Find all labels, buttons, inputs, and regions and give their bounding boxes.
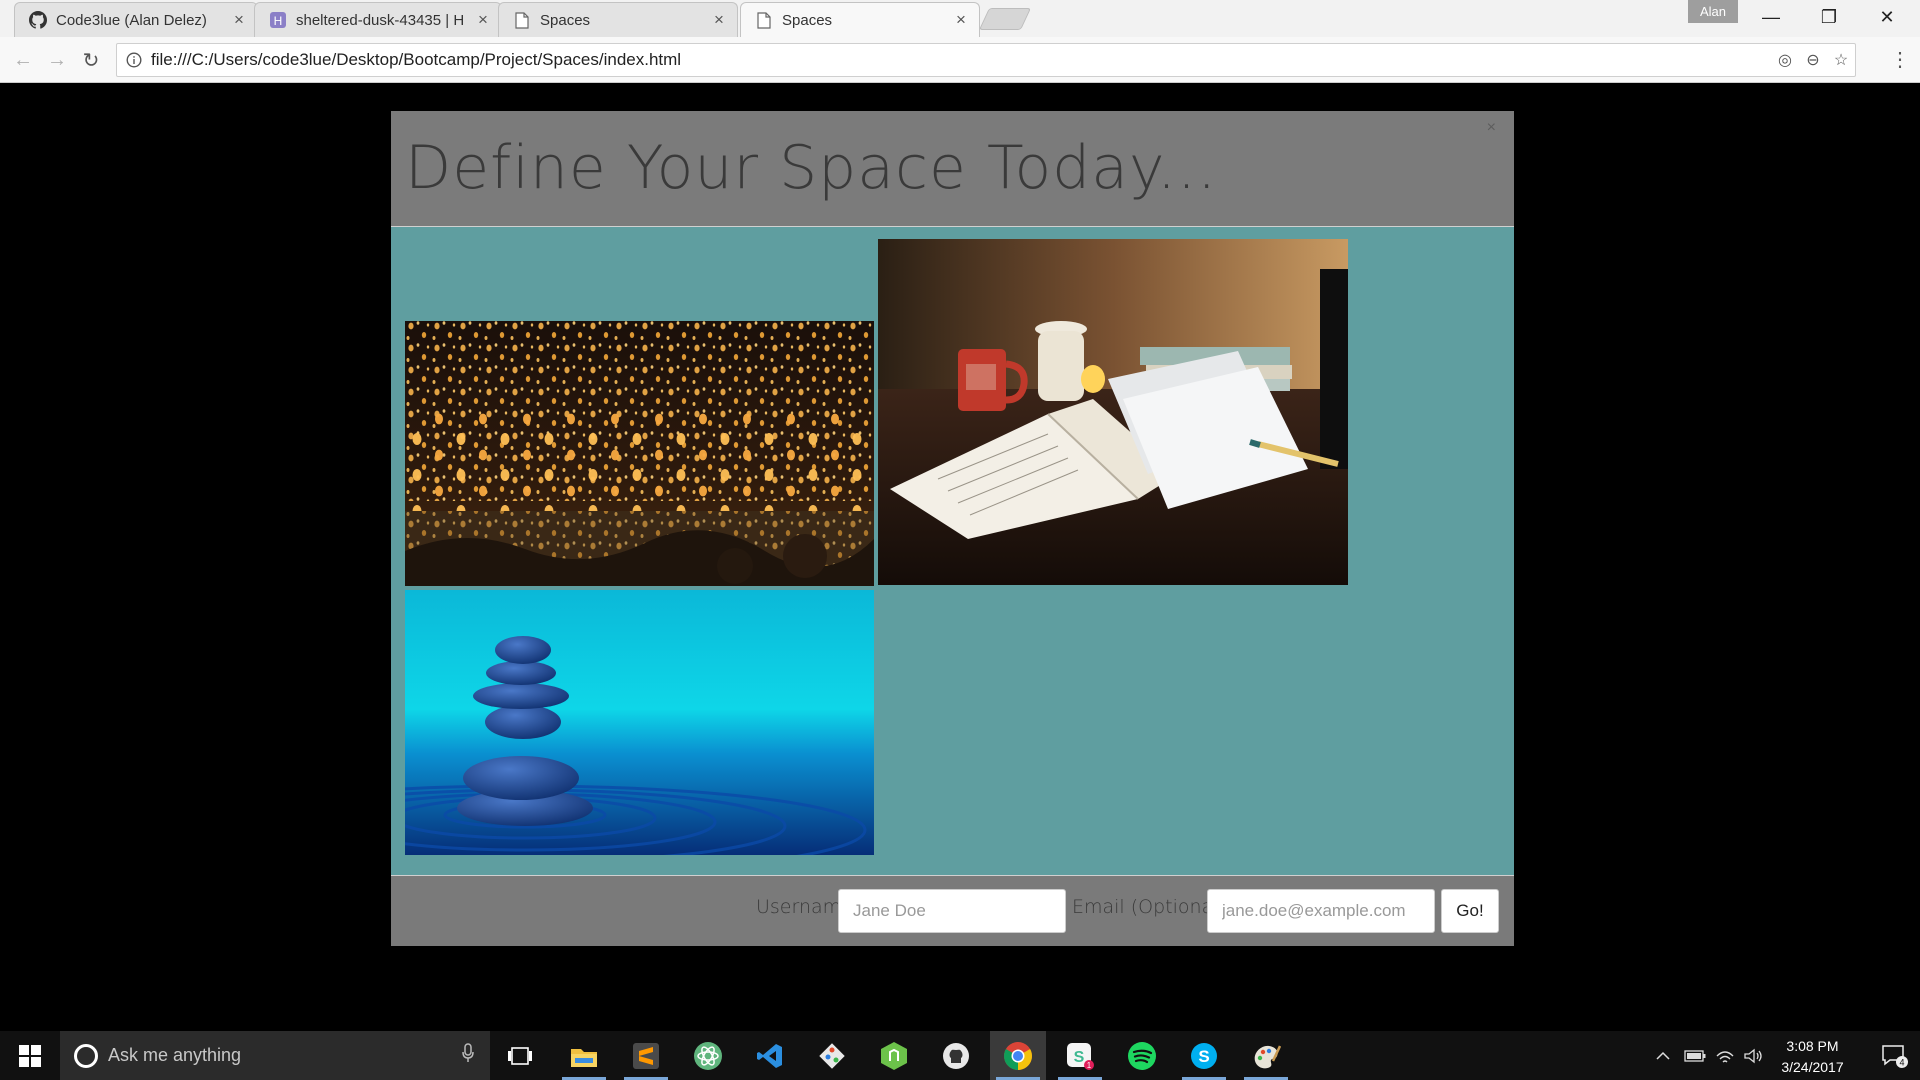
- url-text[interactable]: file:///C:/Users/code3lue/Desktop/Bootca…: [151, 50, 1771, 70]
- sublime-text-icon[interactable]: [618, 1031, 674, 1080]
- desk-notebook-image[interactable]: [878, 239, 1348, 585]
- address-bar[interactable]: file:///C:/Users/code3lue/Desktop/Bootca…: [116, 43, 1856, 77]
- svg-text:1: 1: [1087, 1061, 1092, 1070]
- minimize-button[interactable]: —: [1742, 0, 1800, 34]
- git-icon[interactable]: [804, 1031, 860, 1080]
- spotify-icon[interactable]: [1114, 1031, 1170, 1080]
- tab-heroku[interactable]: H sheltered-dusk-43435 | H ×: [254, 2, 502, 37]
- tab-close-icon[interactable]: ×: [953, 10, 969, 30]
- svg-text:S: S: [1198, 1047, 1209, 1066]
- notification-count: 4: [1899, 1057, 1904, 1067]
- skype-icon[interactable]: S: [1176, 1031, 1232, 1080]
- go-button[interactable]: Go!: [1441, 889, 1499, 933]
- action-center-icon[interactable]: 4: [1870, 1031, 1920, 1080]
- cortana-search-box[interactable]: Ask me anything: [60, 1031, 490, 1080]
- microphone-icon[interactable]: [462, 1043, 474, 1068]
- signup-modal: Define Your Space Today... × Username Ja…: [391, 111, 1514, 946]
- email-input[interactable]: [1207, 889, 1435, 933]
- tray-overflow-icon[interactable]: [1650, 1031, 1676, 1080]
- clock-time: 3:08 PM: [1786, 1038, 1839, 1054]
- tab-close-icon[interactable]: ×: [711, 10, 727, 30]
- modal-close-button[interactable]: ×: [1487, 119, 1496, 137]
- tab-title: sheltered-dusk-43435 | H: [296, 11, 465, 29]
- file-explorer-icon[interactable]: [556, 1031, 612, 1080]
- battery-icon[interactable]: [1680, 1031, 1710, 1080]
- modal-body: [391, 227, 1514, 876]
- windows-logo-icon: [19, 1044, 41, 1067]
- search-placeholder: Ask me anything: [108, 1045, 242, 1065]
- windows-taskbar: Ask me anything S1 S 3:08 PM 3/24/2017 4: [0, 1031, 1920, 1080]
- svg-text:H: H: [274, 14, 283, 28]
- browser-toolbar: ← → ↻ file:///C:/Users/code3lue/Desktop/…: [0, 37, 1920, 83]
- profile-button[interactable]: Alan: [1688, 0, 1738, 23]
- info-icon[interactable]: [117, 52, 151, 68]
- heroku-icon: H: [269, 11, 287, 29]
- username-input[interactable]: [838, 889, 1066, 933]
- back-button[interactable]: ←: [10, 47, 36, 73]
- tab-github[interactable]: Code3lue (Alan Delez) ×: [14, 2, 258, 37]
- modal-footer: Username Email (Optional) Go!: [391, 876, 1514, 946]
- svg-text:S: S: [1074, 1049, 1085, 1066]
- new-tab-button[interactable]: [978, 8, 1032, 30]
- browser-menu-icon[interactable]: ⋮: [1890, 47, 1910, 73]
- tab-title: Spaces: [540, 11, 591, 29]
- node-icon[interactable]: [866, 1031, 922, 1080]
- taskbar-clock[interactable]: 3:08 PM 3/24/2017: [1765, 1036, 1860, 1078]
- tab-title: Spaces: [782, 11, 833, 29]
- zen-stones-image[interactable]: [405, 590, 874, 855]
- atom-icon[interactable]: [680, 1031, 736, 1080]
- reload-button[interactable]: ↻: [78, 47, 104, 73]
- github-icon: [29, 11, 47, 29]
- slack-icon[interactable]: S1: [1052, 1031, 1108, 1080]
- modal-header: Define Your Space Today... ×: [391, 111, 1514, 227]
- paint-icon[interactable]: [1238, 1031, 1294, 1080]
- forward-button[interactable]: →: [44, 47, 70, 73]
- tab-spaces[interactable]: Spaces ×: [498, 2, 738, 37]
- tab-title: Code3lue (Alan Delez): [56, 11, 207, 29]
- tab-close-icon[interactable]: ×: [475, 10, 491, 30]
- clock-date: 3/24/2017: [1781, 1059, 1844, 1075]
- browser-tab-strip: Code3lue (Alan Delez) × H sheltered-dusk…: [0, 0, 1920, 37]
- volume-icon[interactable]: [1740, 1031, 1766, 1080]
- tab-spaces-active[interactable]: Spaces ×: [740, 2, 980, 37]
- close-window-button[interactable]: ✕: [1858, 0, 1916, 34]
- github-desktop-icon[interactable]: [928, 1031, 984, 1080]
- bookmark-star-icon[interactable]: ☆: [1827, 50, 1855, 70]
- tab-close-icon[interactable]: ×: [231, 10, 247, 30]
- page-icon: [513, 11, 531, 29]
- location-icon[interactable]: ◎: [1771, 50, 1799, 70]
- task-view-icon[interactable]: [492, 1031, 548, 1080]
- email-label: Email (Optional): [1072, 896, 1226, 918]
- wifi-icon[interactable]: [1712, 1031, 1738, 1080]
- chrome-icon[interactable]: [990, 1031, 1046, 1080]
- page-viewport: Define Your Space Today... × Username Ja…: [0, 83, 1920, 1031]
- vscode-icon[interactable]: [742, 1031, 798, 1080]
- page-icon: [755, 11, 773, 29]
- restore-button[interactable]: ❐: [1800, 0, 1858, 34]
- sky-lanterns-image[interactable]: [405, 321, 874, 586]
- start-button[interactable]: [0, 1031, 60, 1080]
- modal-title: Define Your Space Today...: [405, 133, 1218, 203]
- cortana-icon: [74, 1043, 98, 1068]
- zoom-icon[interactable]: ⊖: [1799, 50, 1827, 70]
